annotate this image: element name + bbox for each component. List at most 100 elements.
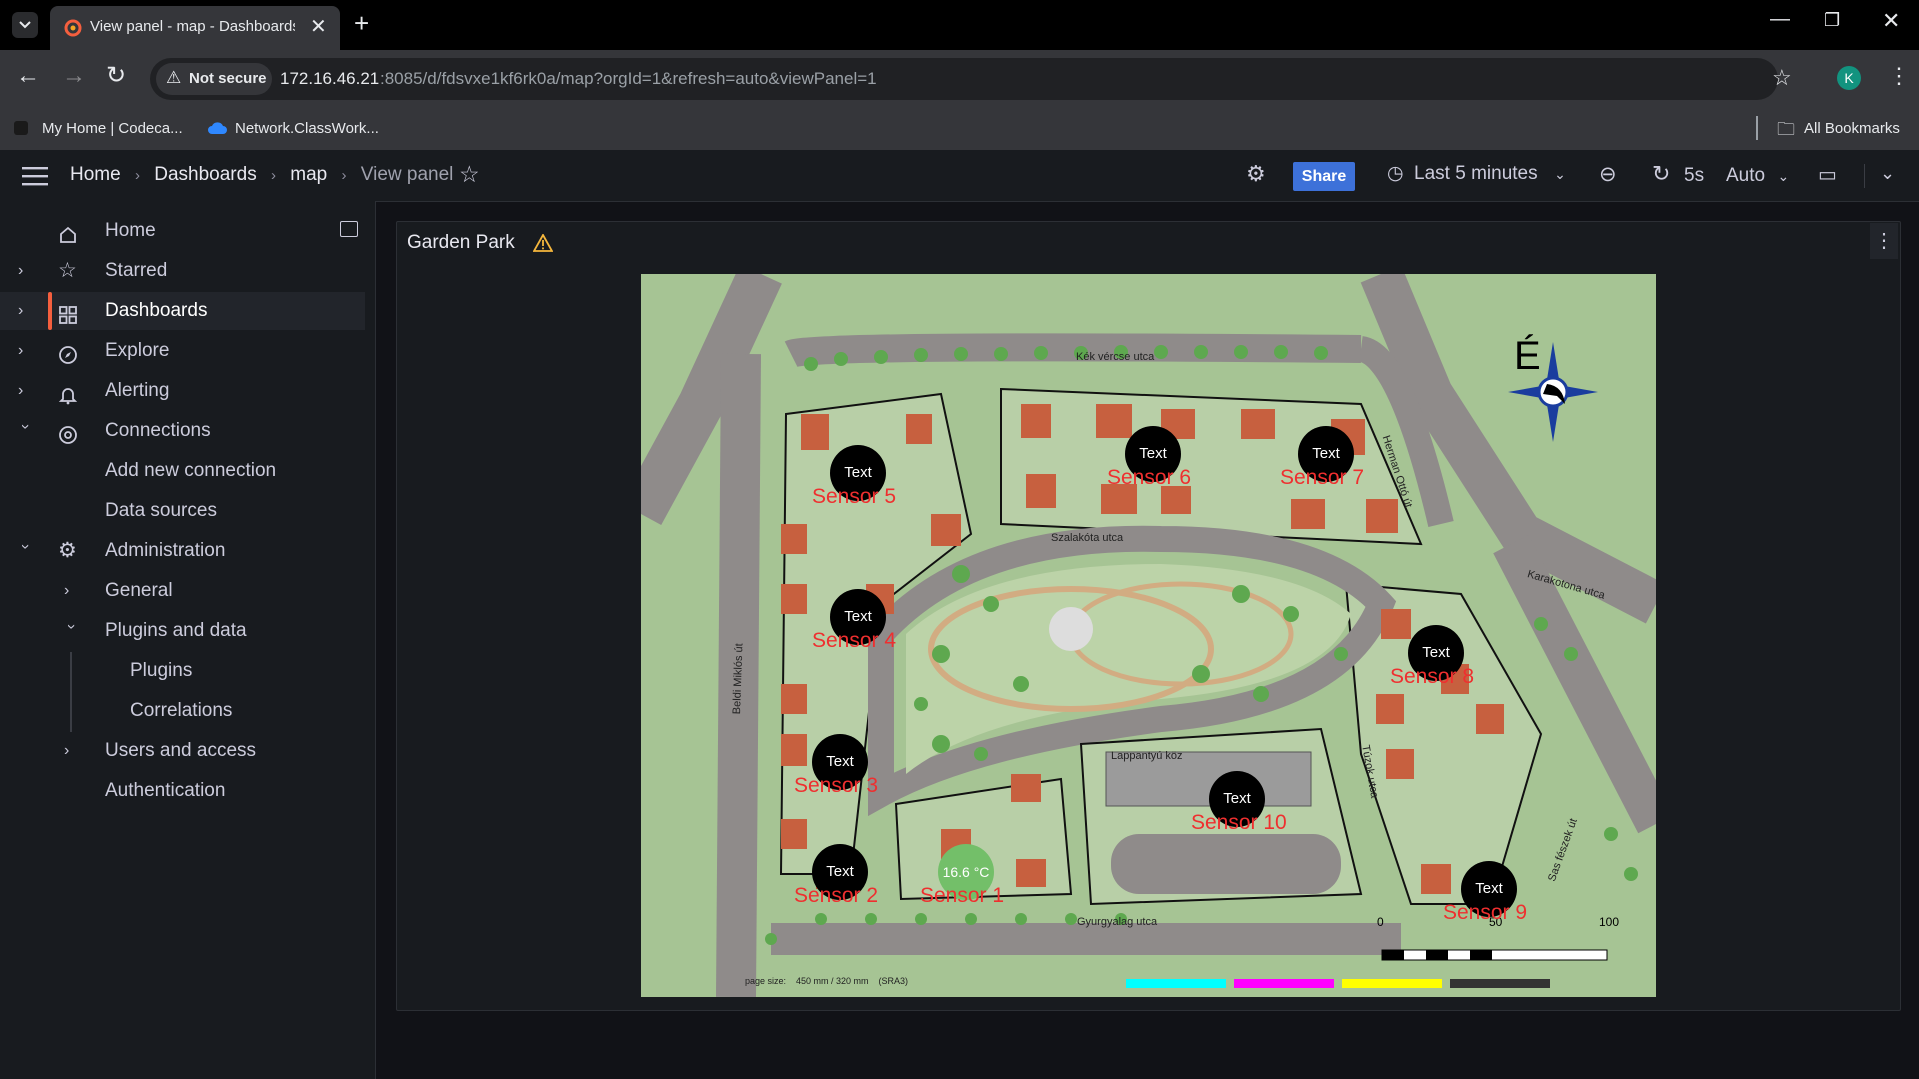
sidebar-item-add-new-connection[interactable]: Add new connection [0,452,365,490]
browser-tab-strip: View panel - map - Dashboards ✕ + — ❐ ✕ [0,0,1919,50]
chevron-right-icon[interactable]: › [18,332,32,370]
chevron-right-icon[interactable]: › [64,572,78,610]
forward-icon[interactable]: → [62,62,86,90]
header-divider [1864,164,1865,188]
bookmark-item[interactable]: Network.ClassWork... [235,120,379,137]
address-bar[interactable]: ⚠ Not secure 172.16.46.21 :8085/d/fdsvxe… [150,58,1792,100]
minimize-icon[interactable]: — [1770,8,1790,31]
street-label: Beldi Miklós út [731,643,746,715]
home-icon [58,221,78,243]
chevron-down-icon: ⌄ [1554,166,1566,182]
bookmark-divider [1756,116,1758,140]
chevron-right-icon[interactable]: › [64,732,78,770]
sidebar-item-label: Add new connection [105,460,277,481]
all-bookmarks[interactable]: All Bookmarks [1804,120,1900,137]
panel-title: Garden Park [407,232,515,253]
nav-sidebar: Home › ☆ Starred › Dashboards › Explore … [0,201,376,1079]
chevron-down-icon[interactable]: ⌄ [1880,163,1895,184]
chevron-right-icon[interactable]: › [18,372,32,410]
sensor-label: Sensor 7 [1280,466,1365,489]
zoom-out-icon[interactable]: ⊖ [1599,162,1617,187]
sidebar-item-explore[interactable]: › Explore [0,332,365,370]
sidebar-item-label: Data sources [105,500,217,521]
security-label: Not secure [189,70,267,87]
sidebar-item-dashboards[interactable]: › Dashboards [0,292,365,330]
chevron-right-icon[interactable]: › [18,252,32,290]
tab-search-button[interactable] [12,12,38,38]
settings-gear-icon[interactable]: ⚙ [1246,161,1266,187]
cloud-icon [208,122,227,134]
sidebar-item-users-and-access[interactable]: › Users and access [0,732,365,770]
sidebar-item-home[interactable]: Home [0,212,365,250]
chevron-down-icon[interactable]: › [6,424,44,438]
sidebar-item-data-sources[interactable]: Data sources [0,492,365,530]
sidebar-item-plugins[interactable]: Plugins [0,652,365,690]
chevron-down-icon[interactable]: › [6,544,44,558]
time-range-picker[interactable]: ◷ Last 5 minutes ⌄ [1387,162,1566,191]
sidebar-item-label: Explore [105,340,170,361]
street-label: Kék vércse utca [1076,351,1155,363]
sidebar-item-alerting[interactable]: › Alerting [0,372,365,410]
folder-icon: 🗀 [1777,119,1795,139]
dock-menu-icon[interactable] [340,221,358,237]
sidebar-item-label: Plugins [130,660,193,681]
chevron-down-icon: ⌄ [1777,168,1790,184]
sensor-label: Sensor 10 [1191,811,1287,834]
sidebar-item-plugins-and-data[interactable]: › Plugins and data [0,612,365,650]
new-tab-icon[interactable]: + [354,8,369,39]
breadcrumb: Home › Dashboards › map › View panel [70,164,453,186]
sidebar-item-administration[interactable]: › ⚙ Administration [0,532,365,570]
star-icon[interactable]: ☆ [459,161,480,188]
sidebar-item-starred[interactable]: › ☆ Starred [0,252,365,290]
tab-close-icon[interactable]: ✕ [310,14,327,39]
street-label: Gyurgyalag utca [1077,916,1158,928]
sidebar-item-authentication[interactable]: Authentication [0,772,365,810]
security-chip[interactable]: ⚠ Not secure [156,63,272,95]
sidebar-item-label: Starred [105,260,168,281]
sensor-label: Sensor 4 [812,629,897,652]
warning-icon[interactable] [533,234,553,252]
browser-menu-icon[interactable]: ⋮ [1888,63,1910,89]
breadcrumb-map[interactable]: map [290,164,327,185]
breadcrumb-dashboards[interactable]: Dashboards [154,164,256,185]
bookmark-star-icon[interactable]: ☆ [1772,65,1792,91]
bookmarks-bar: My Home | Codeca... Network.ClassWork...… [0,108,1919,150]
profile-avatar[interactable]: K [1837,66,1861,90]
breadcrumb-home[interactable]: Home [70,164,121,185]
sidebar-item-label: Plugins and data [105,620,247,641]
sensor-label: Sensor 2 [794,884,879,907]
reload-icon[interactable]: ↻ [106,61,126,90]
browser-tab[interactable]: View panel - map - Dashboards ✕ [50,6,340,50]
refresh-interval[interactable]: 5s [1684,165,1704,187]
gear-icon: ⚙ [58,539,77,562]
restore-icon[interactable]: ❐ [1824,10,1840,31]
close-window-icon[interactable]: ✕ [1882,8,1900,34]
clock-icon: ◷ [1387,163,1404,184]
warning-icon: ⚠ [166,68,182,87]
chevron-right-icon[interactable]: › [18,292,32,330]
auto-refresh-picker[interactable]: Auto ⌄ [1726,165,1789,187]
tv-mode-icon[interactable]: ▭ [1818,162,1837,187]
street-label: Szalakóta utca [1051,532,1124,544]
star-icon: ☆ [58,259,77,282]
back-icon[interactable]: ← [16,62,40,90]
sidebar-item-label: General [105,580,173,601]
panel-menu-icon[interactable]: ⋮ [1870,223,1898,259]
sidebar-item-correlations[interactable]: Correlations [0,692,365,730]
sidebar-item-general[interactable]: › General [0,572,365,610]
street-label: Lappantyú köz [1111,750,1183,762]
menu-icon[interactable] [22,166,48,186]
share-button[interactable]: Share [1293,162,1355,191]
sensor-label: Sensor 5 [812,485,897,508]
sidebar-item-label: Administration [105,540,226,561]
sidebar-item-label: Authentication [105,780,226,801]
url-host: 172.16.46.21 [280,69,380,88]
bookmark-item[interactable]: My Home | Codeca... [42,120,183,137]
refresh-icon[interactable]: ↻ [1652,161,1670,187]
sidebar-item-label: Alerting [105,380,170,401]
sidebar-item-connections[interactable]: › Connections [0,412,365,450]
park-map: Kék vércse utca Herman Ottó út Szalakóta… [641,274,1656,997]
page-size-note: page size: 450 mm / 320 mm (SRA3) [745,976,909,986]
chevron-down-icon[interactable]: › [52,624,90,638]
connections-icon [58,421,78,444]
